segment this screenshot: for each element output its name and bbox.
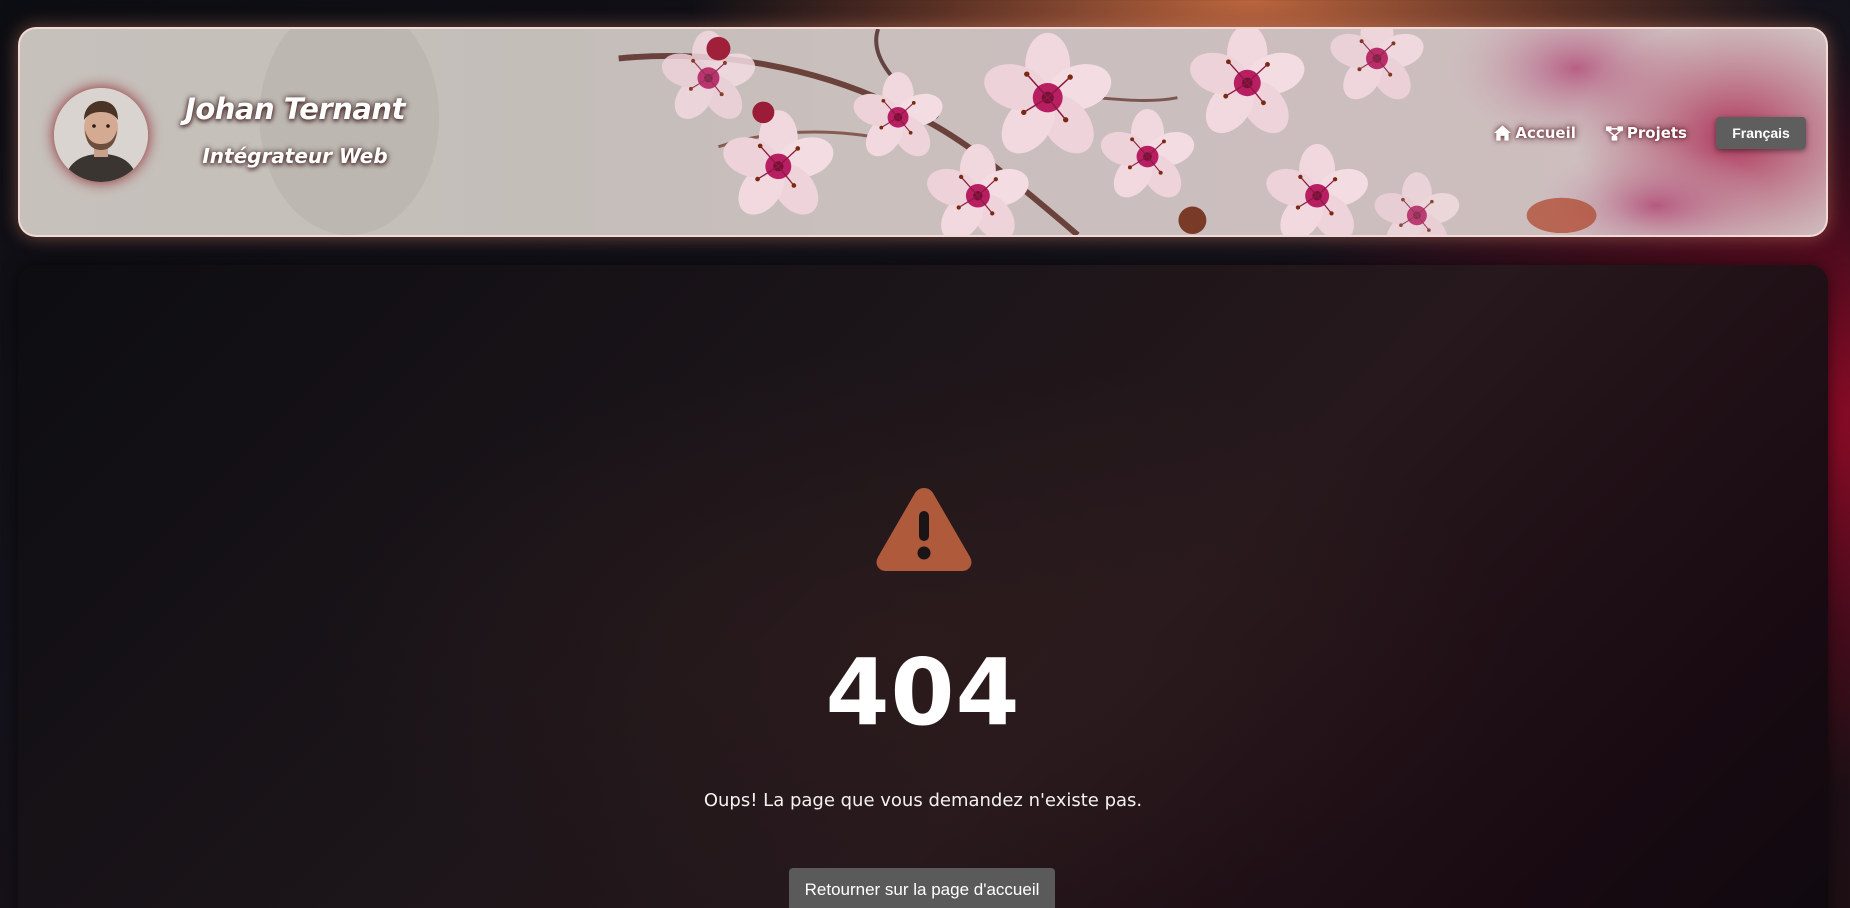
site-header: Johan Ternant Intégrateur Web Accueil Pr… xyxy=(18,27,1828,237)
warning-triangle-icon xyxy=(876,488,972,571)
site-role: Intégrateur Web xyxy=(202,144,388,168)
avatar xyxy=(54,88,148,182)
error-panel: 404 Oups! La page que vous demandez n'ex… xyxy=(18,265,1828,908)
nav-link-label: Accueil xyxy=(1515,124,1576,142)
error-code: 404 xyxy=(825,639,1021,746)
profile-photo xyxy=(54,88,148,182)
nav-link-label: Projets xyxy=(1626,124,1687,142)
home-icon xyxy=(1493,124,1512,142)
language-select-value: Français xyxy=(1732,125,1790,141)
error-message: Oups! La page que vous demandez n'existe… xyxy=(703,790,1143,811)
project-tree-icon xyxy=(1605,124,1624,142)
language-select[interactable]: Français xyxy=(1716,117,1806,149)
site-name[interactable]: Johan Ternant xyxy=(170,89,420,129)
site-identity: Johan Ternant Intégrateur Web xyxy=(170,89,420,169)
main-nav: Accueil Projets Français xyxy=(1493,117,1806,149)
return-home-button[interactable]: Retourner sur la page d'accueil xyxy=(789,868,1055,908)
nav-link-projets[interactable]: Projets xyxy=(1605,124,1687,142)
nav-link-accueil[interactable]: Accueil xyxy=(1493,124,1576,142)
